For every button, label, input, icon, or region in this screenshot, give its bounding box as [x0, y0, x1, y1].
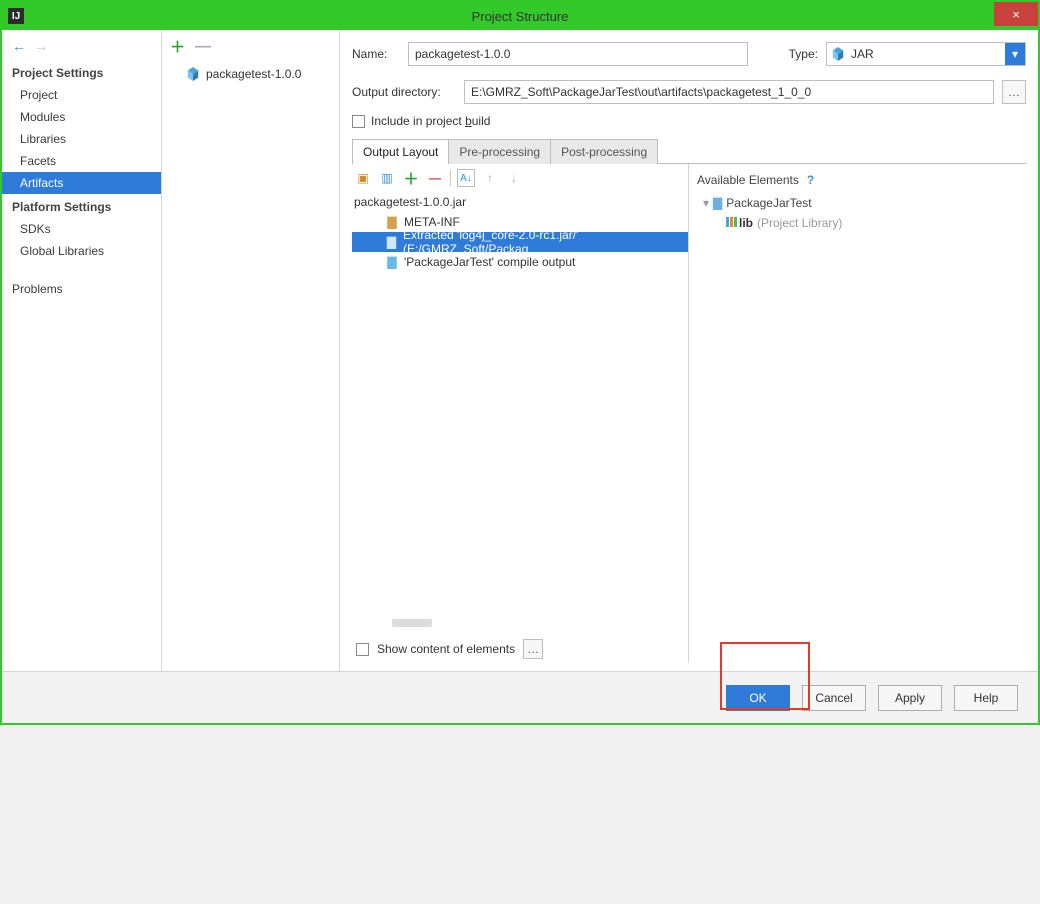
available-elements-panel: Available Elements ? ▾ ▇ PackageJarTest …: [688, 164, 1026, 663]
project-settings-header: Project Settings: [2, 60, 161, 84]
add-artifact-icon[interactable]: ＋: [170, 36, 185, 57]
include-in-build-checkbox[interactable]: [352, 115, 365, 128]
output-layout-tree[interactable]: packagetest-1.0.0.jar ▇ META-INF ▇ Extra…: [352, 192, 688, 619]
nav-forward-icon[interactable]: →: [34, 38, 48, 54]
artifact-list-item[interactable]: packagetest-1.0.0: [162, 63, 339, 85]
tree-root[interactable]: packagetest-1.0.0.jar: [352, 192, 688, 212]
remove-content-icon[interactable]: —: [426, 169, 444, 187]
available-elements-label: Available Elements: [697, 173, 799, 187]
sidebar-item-sdks[interactable]: SDKs: [2, 218, 161, 240]
sidebar-item-problems[interactable]: Problems: [2, 278, 161, 300]
artifact-details-panel: Name: Type: JAR ▾ Output directory: …: [340, 30, 1038, 671]
available-tree-lib[interactable]: lib (Project Library): [697, 213, 1022, 233]
nav-back-icon[interactable]: ←: [12, 38, 26, 54]
cancel-button[interactable]: Cancel: [802, 685, 866, 711]
show-content-checkbox[interactable]: [356, 643, 369, 656]
artifact-name: packagetest-1.0.0: [206, 67, 301, 81]
sidebar-item-global-libraries[interactable]: Global Libraries: [2, 240, 161, 262]
help-button[interactable]: Help: [954, 685, 1018, 711]
ok-button[interactable]: OK: [726, 685, 790, 711]
compile-output-icon: ▇: [384, 255, 400, 269]
platform-settings-header: Platform Settings: [2, 194, 161, 218]
folder-icon: ▇: [384, 215, 400, 229]
move-down-icon[interactable]: ↓: [505, 169, 523, 187]
output-dir-label: Output directory:: [352, 85, 456, 99]
library-icon: [725, 215, 739, 232]
show-content-label: Show content of elements: [377, 642, 515, 656]
remove-artifact-icon[interactable]: —: [195, 42, 211, 52]
chevron-down-icon: ▾: [703, 196, 709, 210]
extracted-archive-icon: ▇: [384, 235, 399, 249]
settings-sidebar: ← → Project Settings Project Modules Lib…: [2, 30, 162, 671]
sidebar-item-modules[interactable]: Modules: [2, 106, 161, 128]
window-title: Project Structure: [2, 9, 1038, 24]
jar-icon: [831, 47, 845, 61]
folder-icon: ▇: [713, 196, 722, 210]
available-tree-root[interactable]: ▾ ▇ PackageJarTest: [697, 193, 1022, 213]
ellipsis-icon: …: [527, 642, 539, 656]
sort-az-icon[interactable]: A↓: [457, 169, 475, 187]
artifact-name-input[interactable]: [408, 42, 748, 66]
new-archive-icon[interactable]: ▥: [378, 169, 396, 187]
jar-icon: [186, 67, 200, 81]
scrollbar-stub[interactable]: [392, 619, 432, 627]
show-content-options-button[interactable]: …: [523, 639, 543, 659]
type-label: Type:: [789, 47, 818, 61]
close-icon: ×: [1012, 7, 1020, 22]
artifact-list-panel: ＋ — packagetest-1.0.0: [162, 30, 340, 671]
move-up-icon[interactable]: ↑: [481, 169, 499, 187]
artifact-tabs: Output Layout Pre-processing Post-proces…: [352, 138, 1026, 164]
name-label: Name:: [352, 47, 400, 61]
chevron-down-icon: ▾: [1005, 43, 1025, 65]
add-content-icon[interactable]: ＋: [402, 169, 420, 187]
close-button[interactable]: ×: [994, 2, 1038, 26]
sidebar-item-facets[interactable]: Facets: [2, 150, 161, 172]
help-icon[interactable]: ?: [807, 173, 814, 187]
output-directory-input[interactable]: [464, 80, 994, 104]
browse-button[interactable]: …: [1002, 80, 1026, 104]
tree-item-extracted-jar[interactable]: ▇ Extracted 'log4j_core-2.0-rc1.jar/' (E…: [352, 232, 688, 252]
sidebar-item-project[interactable]: Project: [2, 84, 161, 106]
apply-button[interactable]: Apply: [878, 685, 942, 711]
sidebar-item-libraries[interactable]: Libraries: [2, 128, 161, 150]
new-folder-icon[interactable]: ▣: [354, 169, 372, 187]
output-layout-panel: ▣ ▥ ＋ — A↓ ↑ ↓ packagetest-1.0.0.jar: [352, 164, 688, 663]
artifact-type-select[interactable]: JAR ▾: [826, 42, 1026, 66]
title-bar: IJ Project Structure ×: [2, 2, 1038, 30]
tab-output-layout[interactable]: Output Layout: [352, 139, 449, 164]
tab-pre-processing[interactable]: Pre-processing: [448, 139, 551, 164]
include-in-build-label: Include in project build: [371, 114, 490, 128]
ellipsis-icon: …: [1008, 85, 1020, 99]
dialog-button-bar: OK Cancel Apply Help: [2, 671, 1038, 723]
sidebar-item-artifacts[interactable]: Artifacts: [2, 172, 161, 194]
artifact-type-value: JAR: [851, 47, 874, 61]
tab-post-processing[interactable]: Post-processing: [550, 139, 658, 164]
